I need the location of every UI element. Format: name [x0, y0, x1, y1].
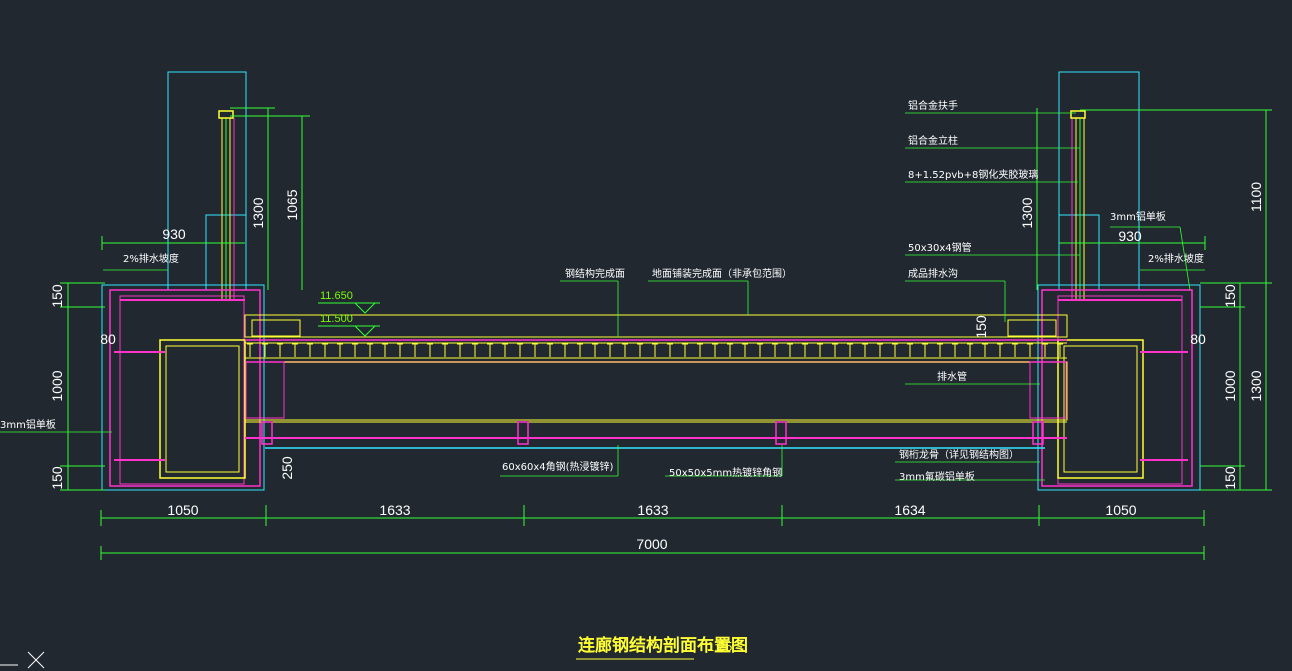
dim-left-1000: 1000	[49, 370, 65, 401]
note-gutter: 成品排水沟	[908, 267, 958, 280]
left-box-girder	[101, 284, 265, 491]
dim-right-railing-930: 930	[1118, 228, 1142, 244]
dim-left-railing-1300: 1300	[250, 197, 266, 228]
dim-segment-2: 1633	[379, 502, 410, 518]
deck-ribs	[247, 343, 1063, 357]
dim-left-250: 250	[279, 456, 295, 480]
annotation-texts: 2%排水坡度 3mm铝单板 2%排水坡度 3mm铝单板 铝合金扶手 铝合金立柱 …	[0, 99, 1204, 483]
note-left-panel: 3mm铝单板	[0, 418, 56, 431]
note-floor-finish: 地面铺装完成面（非承包范围）	[652, 267, 792, 280]
dim-left-railing-930: 930	[162, 226, 186, 242]
section-drawing: 1050 1633 1633 1634 1050 7000 150 1000 1…	[0, 71, 1272, 669]
note-square-tube: 50x30x4钢管	[908, 241, 972, 254]
note-angle-50: 50x50x5mm热镀锌角钢	[669, 466, 782, 479]
dim-right-150-deck: 150	[973, 315, 989, 339]
note-handrail: 铝合金扶手	[908, 99, 958, 112]
dim-right-1300: 1300	[1248, 370, 1264, 401]
dim-total: 7000	[636, 536, 667, 552]
dim-right-1100: 1100	[1248, 182, 1264, 212]
dim-segment-3: 1633	[637, 502, 668, 518]
dim-right-80: 80	[1190, 331, 1206, 347]
note-left-slope: 2%排水坡度	[123, 252, 179, 265]
dimension-texts: 1050 1633 1633 1634 1050 7000 150 1000 1…	[49, 182, 1264, 552]
note-post: 铝合金立柱	[908, 134, 958, 147]
right-gutter-icon	[1007, 319, 1057, 337]
drawing-title-block: 连廊钢结构剖面布置图 1:25	[576, 635, 748, 660]
dim-right-railing-1300: 1300	[1019, 197, 1035, 228]
dimension-lines	[60, 107, 1272, 560]
dim-right-150-bottom: 150	[1222, 466, 1238, 490]
dim-right-1000: 1000	[1222, 370, 1238, 401]
right-railing	[1058, 71, 1140, 300]
note-glass: 8+1.52pvb+8钢化夹胶玻璃	[908, 168, 1038, 181]
dim-segment-4: 1634	[894, 502, 925, 518]
right-handrail-icon	[1070, 110, 1086, 119]
elevation-upper: 11.650	[320, 290, 353, 302]
dim-segment-5: 1050	[1105, 502, 1136, 518]
drawing-scale: 1:25	[707, 639, 732, 654]
right-box-girder	[1037, 284, 1201, 491]
note-right-panel: 3mm铝单板	[1110, 210, 1166, 223]
ucs-icon	[0, 651, 45, 669]
dim-left-railing-1065: 1065	[284, 189, 300, 220]
note-finish-surface: 钢结构完成面	[565, 267, 625, 280]
elevation-lower: 11.500	[320, 313, 353, 325]
dim-segment-1: 1050	[167, 502, 198, 518]
note-drain-pipe: 排水管	[937, 370, 967, 383]
note-ceiling-panel: 3mm氟碳铝单板	[899, 470, 975, 483]
left-handrail-icon	[218, 110, 234, 119]
dim-left-150-bottom: 150	[49, 466, 65, 490]
dim-left-80: 80	[100, 331, 116, 347]
note-right-slope: 2%排水坡度	[1148, 252, 1204, 265]
dim-left-150-top: 150	[49, 284, 65, 308]
dim-right-150-top: 150	[1222, 284, 1238, 308]
note-keel: 钢桁龙骨（详见钢结构图）	[899, 448, 1019, 461]
note-angle-60: 60x60x4角钢(热浸镀锌)	[502, 460, 614, 473]
left-gutter-icon	[251, 319, 301, 337]
left-railing	[167, 71, 247, 300]
